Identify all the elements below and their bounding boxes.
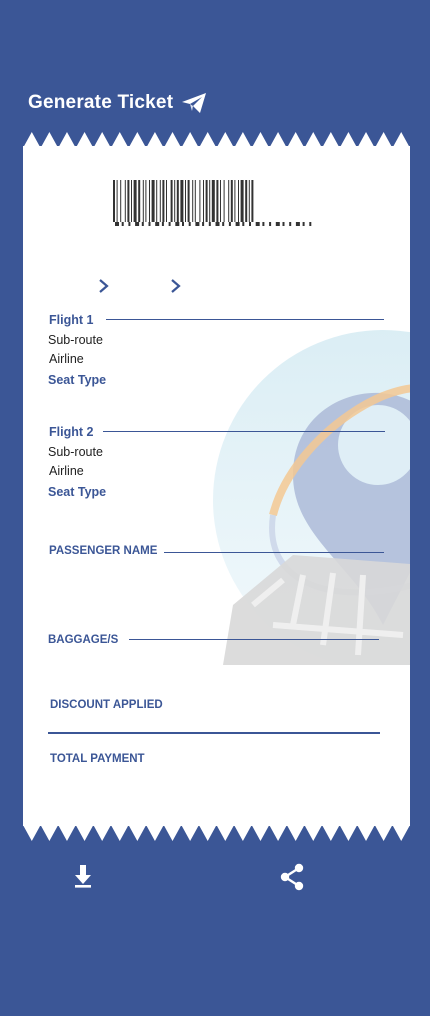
chevron-right-icon xyxy=(169,278,183,299)
flight-1-divider xyxy=(106,319,384,320)
barcode xyxy=(113,180,312,226)
discount-label: DISCOUNT APPLIED xyxy=(50,699,163,711)
baggage-divider xyxy=(129,639,379,640)
flight-2-seat-type: Seat Type xyxy=(48,485,107,499)
page-header: Generate Ticket xyxy=(28,92,207,114)
flight-1-subroute: Sub-route xyxy=(48,333,103,347)
passenger-name-label: PASSENGER NAME xyxy=(49,545,158,557)
flight-1-seat-type: Seat Type xyxy=(48,373,107,387)
page-title: Generate Ticket xyxy=(28,92,174,113)
flight-2-airline: Airline xyxy=(49,464,84,478)
total-payment-label: TOTAL PAYMENT xyxy=(50,753,145,765)
total-divider xyxy=(48,732,380,734)
location-map-watermark xyxy=(213,330,410,665)
paper-plane-icon xyxy=(181,92,207,114)
ticket-bottom-edge xyxy=(23,825,410,841)
share-icon[interactable] xyxy=(278,862,306,897)
passenger-divider xyxy=(164,552,384,553)
flight-2-title: Flight 2 xyxy=(49,425,94,439)
ticket-card: Flight 1 Sub-route Airline Seat Type Fli… xyxy=(23,130,410,842)
flight-2-divider xyxy=(103,431,385,432)
flight-2-subroute: Sub-route xyxy=(48,445,103,459)
flight-1-title: Flight 1 xyxy=(49,313,94,327)
baggage-label: BAGGAGE/S xyxy=(48,634,119,646)
chevron-right-icon xyxy=(97,278,111,299)
flight-1-airline: Airline xyxy=(49,352,84,366)
download-icon[interactable] xyxy=(72,862,94,895)
